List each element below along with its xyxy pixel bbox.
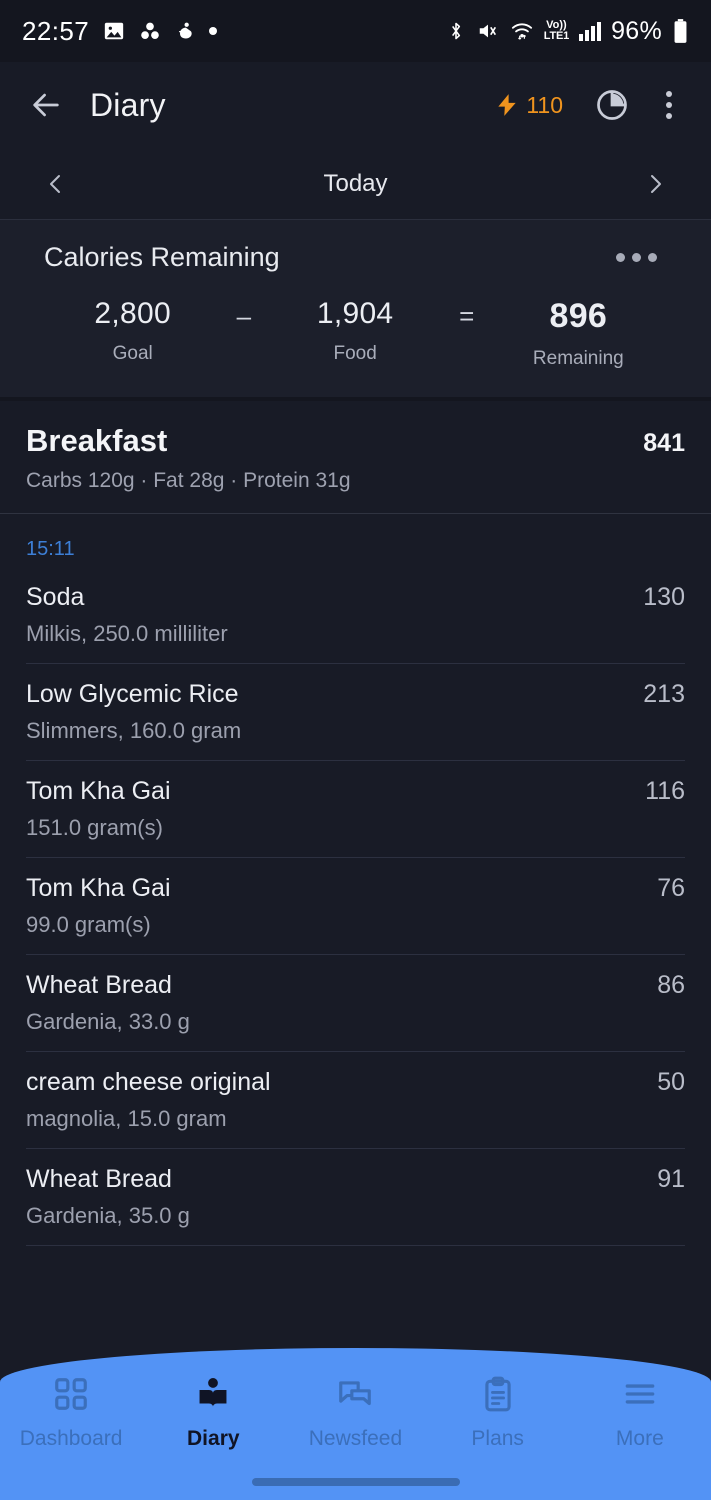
back-arrow-icon[interactable]	[22, 81, 70, 129]
food-list: Soda 130 Milkis, 250.0 milliliter Low Glyce…	[0, 567, 711, 1246]
minus-operator: –	[236, 301, 252, 331]
nav-item-dashboard[interactable]: Dashboard	[0, 1370, 142, 1451]
nav-label-diary: Diary	[187, 1427, 240, 1450]
food-calories: 91	[657, 1165, 685, 1193]
signal-bars-icon	[579, 21, 602, 41]
app-bar: Diary 110	[0, 62, 711, 148]
food-sub: Gardenia, 33.0 g	[26, 1009, 190, 1034]
food-label: Food	[333, 343, 377, 364]
nav-item-diary[interactable]: Diary	[142, 1370, 284, 1451]
food-calories: 130	[643, 583, 685, 611]
nav-label-more: More	[615, 1427, 664, 1450]
meal-calories: 841	[643, 429, 685, 457]
bottom-navigation: Dashboard Diary Newsfeed Plans More	[0, 1348, 711, 1500]
food-sub: 151.0 gram(s)	[26, 815, 163, 840]
figure-icon	[175, 20, 195, 42]
meal-time: 15:11	[26, 538, 75, 560]
calories-equation: 2,800 Goal – 1,904 Food = 896 Remaining	[0, 297, 711, 370]
food-sub: magnolia, 15.0 gram	[26, 1106, 227, 1131]
food-item[interactable]: Wheat Bread 91 Gardenia, 35.0 g	[26, 1149, 685, 1245]
status-time: 22:57	[22, 15, 90, 46]
food-item[interactable]: Low Glycemic Rice 213 Slimmers, 160.0 gram	[26, 664, 685, 760]
date-label[interactable]: Today	[323, 170, 387, 198]
goal-value: 2,800	[94, 297, 171, 330]
volume-mute-icon	[476, 20, 500, 42]
book-icon	[194, 1370, 232, 1418]
status-bar: 22:57 Vo)) LTE1 96%	[0, 0, 711, 62]
chevron-left-icon[interactable]	[34, 162, 78, 206]
chevron-right-icon[interactable]	[633, 162, 677, 206]
bluetooth-icon	[446, 19, 466, 43]
nav-item-newsfeed[interactable]: Newsfeed	[284, 1370, 426, 1451]
food-item[interactable]: Tom Kha Gai 116 151.0 gram(s)	[26, 761, 685, 857]
food-calories: 116	[645, 777, 685, 805]
food-value: 1,904	[316, 297, 394, 330]
dot-icon	[209, 27, 218, 35]
home-indicator	[251, 1478, 460, 1486]
food-item[interactable]: Soda 130 Milkis, 250.0 milliliter	[26, 567, 685, 663]
food-name: Tom Kha Gai	[26, 874, 171, 902]
meal-header[interactable]: Breakfast 841 Carbs 120g · Fat 28g · Pro…	[0, 401, 711, 513]
food-item[interactable]: Wheat Bread 86 Gardenia, 33.0 g	[26, 955, 685, 1051]
food-name: Wheat Bread	[26, 1165, 172, 1193]
food-separator	[26, 1245, 685, 1246]
drive-icon	[139, 20, 161, 42]
calories-food: 1,904 Food	[295, 297, 415, 365]
goal-label: Goal	[112, 343, 153, 364]
meal-section-breakfast: Breakfast 841 Carbs 120g · Fat 28g · Pro…	[0, 401, 711, 1246]
battery-icon	[672, 18, 689, 44]
date-navigation: Today	[0, 148, 711, 220]
nav-item-plans[interactable]: Plans	[427, 1370, 569, 1451]
streak-value: 110	[526, 91, 563, 118]
meal-name: Breakfast	[26, 423, 168, 458]
nav-label-dashboard: Dashboard	[19, 1427, 123, 1450]
app-screen: 22:57 Vo)) LTE1 96% Diary 110 Today Calo…	[0, 0, 711, 1500]
meal-macros: Carbs 120g · Fat 28g · Protein 31g	[26, 469, 351, 492]
food-calories: 76	[657, 874, 685, 902]
food-sub: Slimmers, 160.0 gram	[26, 718, 242, 743]
calories-goal: 2,800 Goal	[73, 297, 193, 365]
food-calories: 213	[643, 680, 685, 708]
lightning-bolt-icon	[494, 90, 520, 120]
calories-card-header: Calories Remaining	[0, 242, 711, 273]
hamburger-icon	[621, 1370, 659, 1418]
image-icon	[103, 20, 125, 42]
food-sub: Gardenia, 35.0 g	[26, 1203, 190, 1228]
calories-card-title: Calories Remaining	[44, 242, 280, 272]
clipboard-icon	[479, 1370, 517, 1418]
food-item[interactable]: Tom Kha Gai 76 99.0 gram(s)	[26, 858, 685, 954]
volte-lte-icon: Vo)) LTE1	[544, 20, 569, 42]
food-name: cream cheese original	[26, 1068, 271, 1096]
streak-button[interactable]: 110	[494, 90, 563, 120]
nav-label-plans: Plans	[471, 1427, 524, 1450]
grid-icon	[52, 1370, 90, 1418]
status-bar-right: Vo)) LTE1 96%	[446, 17, 689, 46]
food-sub: Milkis, 250.0 milliliter	[26, 621, 228, 646]
remaining-value: 896	[549, 297, 608, 335]
nav-label-newsfeed: Newsfeed	[308, 1427, 403, 1450]
page-title: Diary	[90, 86, 166, 123]
food-name: Soda	[26, 583, 85, 611]
food-calories: 86	[657, 971, 685, 999]
food-item[interactable]: cream cheese original 50 magnolia, 15.0 gr…	[26, 1052, 685, 1148]
pie-chart-icon[interactable]	[589, 82, 635, 128]
food-calories: 50	[657, 1068, 685, 1096]
overflow-menu-icon[interactable]	[649, 82, 689, 128]
lte-label: LTE1	[543, 30, 570, 42]
remaining-label: Remaining	[532, 348, 624, 369]
food-name: Wheat Bread	[26, 971, 172, 999]
status-bar-left: 22:57	[22, 15, 218, 47]
overflow-dots-icon[interactable]	[606, 243, 667, 272]
calories-remaining-card[interactable]: Calories Remaining 2,800 Goal – 1,904 Fo…	[0, 220, 711, 397]
battery-percent: 96%	[611, 16, 662, 45]
nav-item-more[interactable]: More	[569, 1370, 711, 1451]
food-name: Tom Kha Gai	[26, 777, 171, 805]
food-sub: 99.0 gram(s)	[26, 912, 151, 937]
calories-remaining: 896 Remaining	[518, 297, 638, 370]
chat-icon	[336, 1370, 374, 1418]
food-name: Low Glycemic Rice	[26, 680, 239, 708]
wifi-icon	[510, 20, 534, 42]
equals-operator: =	[459, 301, 475, 331]
